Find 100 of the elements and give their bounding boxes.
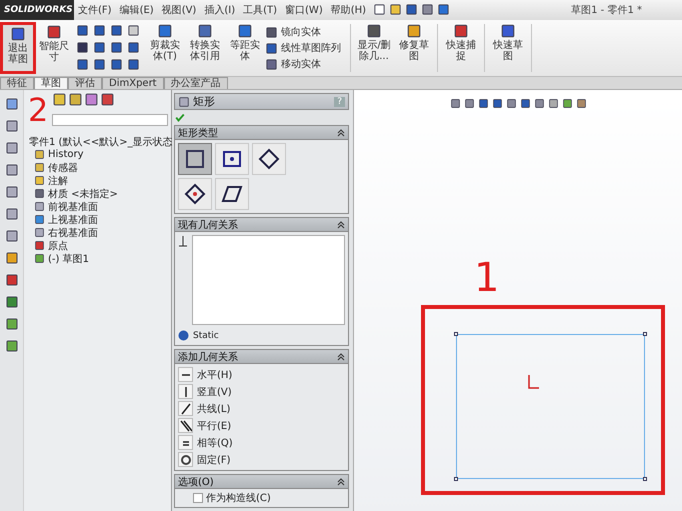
view-tool-icon: [464, 98, 474, 109]
vertical-icon: [178, 384, 193, 399]
rectangle-type-button[interactable]: [215, 143, 249, 175]
parallel-icon: [178, 418, 193, 433]
ribbon-button[interactable]: 转换实体引用: [185, 22, 225, 74]
tree-item[interactable]: (-) 草图1: [48, 252, 89, 266]
view-tool-icon: [520, 98, 530, 109]
horizontal-icon: [178, 367, 193, 382]
sketch-tool-icon: [127, 58, 140, 71]
view-tool-icon: [450, 98, 460, 109]
ok-check-icon[interactable]: [174, 113, 186, 122]
construction-checkbox[interactable]: 作为构造线(C): [175, 489, 348, 507]
collapse-icon[interactable]: [337, 220, 345, 228]
menu-item[interactable]: 窗口(W): [281, 3, 327, 17]
collapse-icon[interactable]: [337, 128, 345, 136]
tool-icon: [4, 141, 18, 155]
rectangle-type-button[interactable]: [178, 143, 212, 175]
tree-item[interactable]: 材质 <未指定>: [48, 186, 118, 200]
ribbon-button[interactable]: 退出草图: [0, 22, 36, 74]
tool-icon: [4, 97, 18, 111]
window-title: 草图1 - 零件1 *: [571, 4, 642, 17]
toolbar-icon: [405, 2, 418, 16]
ribbon-tab[interactable]: 草图: [34, 77, 68, 89]
tool-icon: [4, 295, 18, 309]
ribbon-tab[interactable]: 办公室产品: [164, 77, 228, 89]
ribbon-button[interactable]: 快速草图: [488, 22, 528, 74]
tool-icon: [4, 339, 18, 353]
ribbon-button[interactable]: 等距实体: [225, 22, 265, 74]
step-number: 2: [28, 94, 48, 126]
rectangle-type-button[interactable]: [252, 143, 286, 175]
centered-diamond-icon: [184, 183, 206, 205]
tool-icon: [4, 317, 18, 331]
tree-item[interactable]: 右视基准面: [48, 226, 98, 240]
ribbon-button[interactable]: 移动实体: [265, 56, 341, 72]
relation-button[interactable]: 固定(F): [175, 451, 348, 468]
step-number: 1: [474, 258, 500, 298]
panel-tab-icon: [68, 92, 83, 107]
parallelogram-icon: [221, 183, 243, 205]
sketch-tool-icon: [76, 24, 89, 37]
view-tool-icon: [562, 98, 572, 109]
view-tool-icon: [506, 98, 516, 109]
relation-button[interactable]: 相等(Q): [175, 434, 348, 451]
menu-item[interactable]: 插入(I): [200, 3, 240, 17]
perpendicular-icon: [178, 235, 188, 247]
filter-field[interactable]: [52, 114, 168, 126]
menu-item[interactable]: 文件(F): [74, 3, 116, 17]
view-tool-icon: [492, 98, 502, 109]
ribbon-button[interactable]: 智能尺寸: [36, 22, 72, 74]
collapse-icon[interactable]: [337, 478, 345, 486]
ribbon-button[interactable]: 剪裁实体(T): [145, 22, 185, 74]
ribbon-tab[interactable]: DimXpert: [102, 77, 164, 89]
ribbon-button[interactable]: 快速捕捉: [441, 22, 481, 74]
ribbon-tab[interactable]: 评估: [68, 77, 102, 89]
collapse-icon[interactable]: [337, 352, 345, 360]
panel-tab-icon: [52, 92, 67, 107]
sketch-tool-icon: [76, 41, 89, 54]
status-text: Static: [193, 330, 219, 340]
view-tool-icon: [548, 98, 558, 109]
panel-tab-icon: [100, 92, 115, 107]
toolbar-icon: [373, 2, 386, 16]
fix-icon: [178, 452, 193, 467]
relation-button[interactable]: 竖直(V): [175, 383, 348, 400]
sketch-tool-icon: [93, 24, 106, 37]
tree-item[interactable]: 上视基准面: [48, 212, 98, 226]
ribbon-button[interactable]: 镜向实体: [265, 24, 341, 40]
ribbon-button[interactable]: 修复草图: [394, 22, 434, 74]
relation-button[interactable]: 平行(E): [175, 417, 348, 434]
tree-item[interactable]: 前视基准面: [48, 200, 98, 214]
tool-icon: [4, 185, 18, 199]
sketch-tool-icon: [110, 24, 123, 37]
ribbon-button[interactable]: 显示/删除几...: [354, 22, 394, 74]
rectangle-type-button[interactable]: [178, 178, 212, 210]
ribbon-button[interactable]: 线性草图阵列: [265, 40, 341, 56]
toolbar-icon: [437, 2, 450, 16]
tool-icon: [4, 163, 18, 177]
app-logo: SOLIDWORKS: [0, 0, 74, 20]
rectangle-type-button[interactable]: [215, 178, 249, 210]
sketch-tool-icon: [110, 41, 123, 54]
menu-item[interactable]: 帮助(H): [326, 3, 370, 17]
ribbon-tab[interactable]: 特征: [0, 77, 34, 89]
menu-item[interactable]: 工具(T): [239, 3, 282, 17]
tree-item[interactable]: History: [48, 149, 84, 160]
centered-rectangle-icon: [221, 148, 243, 170]
menu-item[interactable]: 视图(V): [158, 3, 200, 17]
info-icon: [178, 330, 189, 341]
tree-item[interactable]: 零件1 (默认<<默认>_显示状态: [29, 134, 173, 148]
toolbar-icon: [421, 2, 434, 16]
menu-item[interactable]: 编辑(E): [116, 3, 158, 17]
tree-item[interactable]: 原点: [48, 238, 68, 252]
relation-button[interactable]: 共线(L): [175, 400, 348, 417]
sketch-tool-icon: [76, 58, 89, 71]
sketch-tool-icon: [93, 58, 106, 71]
panel-title: 矩形: [193, 94, 215, 109]
tree-item[interactable]: 注解: [48, 174, 68, 188]
collinear-icon: [178, 401, 193, 416]
tool-icon: [4, 229, 18, 243]
view-tool-icon: [576, 98, 586, 109]
relation-button[interactable]: 水平(H): [175, 366, 348, 383]
tree-item[interactable]: 传感器: [48, 160, 78, 174]
toolbar-icon: [389, 2, 402, 16]
